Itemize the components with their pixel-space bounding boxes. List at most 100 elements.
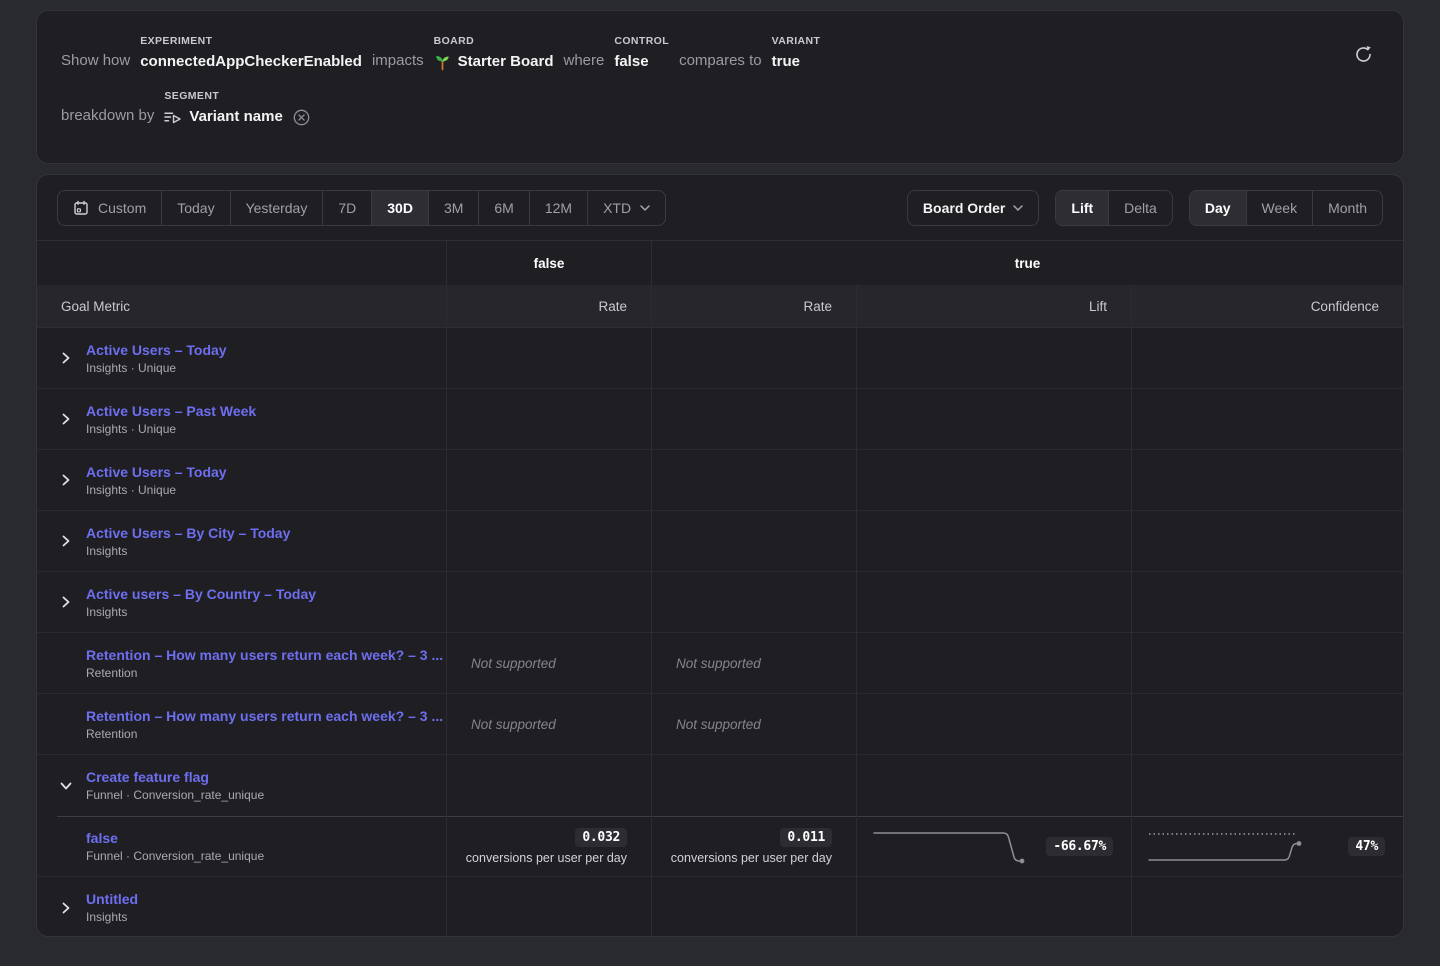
granularity-label: Week [1262,200,1298,216]
breakdown-by-text: breakdown by [61,106,154,127]
col-confidence: Confidence [1132,285,1403,327]
range-label: Custom [98,200,146,216]
table-row: Active Users – By City – Today Insights [37,511,1403,572]
granularity-label: Month [1328,200,1367,216]
chevron-right-icon[interactable] [59,902,73,914]
range-yesterday[interactable]: Yesterday [231,191,324,225]
filter-segment-icon [164,110,182,124]
control-value[interactable]: false [614,52,669,72]
board-name: Starter Board [458,52,554,72]
range-custom[interactable]: Custom [58,191,162,225]
false-rate-cell [447,511,652,571]
lift-cell [857,694,1132,754]
board-group[interactable]: BOARD Starter Board [434,35,554,72]
refresh-icon[interactable] [1354,45,1373,64]
segment-name: Variant name [189,107,282,127]
toggle-delta[interactable]: Delta [1109,191,1172,225]
variant-label: VARIANT [772,35,821,47]
table-row: Active Users – Today Insights · Unique [37,450,1403,511]
confidence-cell [1132,755,1403,816]
range-30d[interactable]: 30D [372,191,429,225]
true-rate-cell: Not supported [652,694,857,754]
chevron-right-icon[interactable] [59,596,73,608]
chevron-right-icon[interactable] [59,413,73,425]
compares-to-text: compares to [679,51,762,72]
granularity-month[interactable]: Month [1313,191,1382,225]
true-rate-cell [652,450,857,510]
lift-cell [857,450,1132,510]
lift-value: -66.67% [1046,837,1113,856]
board-value[interactable]: Starter Board [434,52,554,72]
metric-link[interactable]: Retention – How many users return each w… [86,647,443,663]
query-line-1: Show how EXPERIMENT connectedAppCheckerE… [61,35,1379,72]
confidence-cell [1132,328,1403,388]
circle-x-icon[interactable] [293,109,310,126]
control-group[interactable]: CONTROL false [614,35,669,72]
true-rate-cell: 0.011 conversions per user per day [652,816,857,876]
lift-cell [857,633,1132,693]
range-6m[interactable]: 6M [479,191,529,225]
metric-subtitle: Insights · Unique [86,361,227,375]
metric-link[interactable]: Retention – How many users return each w… [86,708,443,724]
range-xtd[interactable]: XTD [588,191,665,225]
granularity-week[interactable]: Week [1247,191,1314,225]
range-3m[interactable]: 3M [429,191,479,225]
chevron-down-icon [640,205,650,211]
confidence-cell [1132,511,1403,571]
variant-group[interactable]: VARIANT true [772,35,821,72]
metric-link[interactable]: false [86,830,264,846]
metric-link[interactable]: Active Users – Today [86,342,227,358]
metric-link[interactable]: Active users – By Country – Today [86,586,316,602]
experiment-value[interactable]: connectedAppCheckerEnabled [140,52,362,72]
not-supported-text: Not supported [471,656,556,671]
table-row: Active Users – Past Week Insights · Uniq… [37,389,1403,450]
chevron-right-icon[interactable] [59,535,73,547]
experiment-group[interactable]: EXPERIMENT connectedAppCheckerEnabled [140,35,362,72]
range-12m[interactable]: 12M [530,191,588,225]
chevron-right-icon[interactable] [59,352,73,364]
variant-value[interactable]: true [772,52,821,72]
table-row: Create feature flag Funnel · Conversion_… [37,755,1403,816]
metric-link[interactable]: Untitled [86,891,138,907]
metric-subtitle: Insights · Unique [86,483,227,497]
range-7d[interactable]: 7D [323,191,372,225]
table-row: Retention – How many users return each w… [37,694,1403,755]
lift-cell [857,755,1132,816]
metric-link[interactable]: Active Users – Today [86,464,227,480]
chevron-down-icon[interactable] [60,779,72,793]
metric-link[interactable]: Create feature flag [86,769,264,785]
rate-unit: conversions per user per day [466,851,627,865]
lift-cell [857,511,1132,571]
date-range-control: Custom Today Yesterday 7D 30D 3M 6M 12M … [57,190,666,226]
calendar-icon [73,200,89,216]
impacts-text: impacts [372,51,424,72]
not-supported-text: Not supported [471,717,556,732]
col-goal-metric: Goal Metric [37,285,447,327]
metric-link[interactable]: Active Users – By City – Today [86,525,290,541]
false-rate-cell [447,877,652,937]
toggle-lift[interactable]: Lift [1056,191,1109,225]
lift-cell [857,572,1132,632]
chevron-right-icon[interactable] [59,474,73,486]
lift-cell [857,389,1132,449]
lift-sparkline [871,826,1031,866]
range-label: 12M [545,200,572,216]
rate-value: 0.032 [575,828,627,847]
false-rate-cell [447,450,652,510]
board-order-button[interactable]: Board Order [907,190,1039,226]
rate-value: 0.011 [780,828,832,847]
toolbar-right: Board Order Lift Delta Day Week Month [907,190,1383,226]
granularity-toggle: Day Week Month [1189,190,1383,226]
segment-group[interactable]: SEGMENT Variant name [164,90,309,127]
true-rate-cell [652,389,857,449]
range-today[interactable]: Today [162,191,230,225]
query-builder-card: Show how EXPERIMENT connectedAppCheckerE… [36,10,1404,164]
granularity-day[interactable]: Day [1190,191,1247,225]
metric-subtitle: Funnel · Conversion_rate_unique [86,788,264,802]
metric-subtitle: Insights [86,910,138,924]
results-card: Custom Today Yesterday 7D 30D 3M 6M 12M … [36,174,1404,937]
confidence-cell [1132,877,1403,937]
segment-value[interactable]: Variant name [164,107,309,127]
metric-link[interactable]: Active Users – Past Week [86,403,256,419]
metric-subtitle: Insights [86,544,290,558]
